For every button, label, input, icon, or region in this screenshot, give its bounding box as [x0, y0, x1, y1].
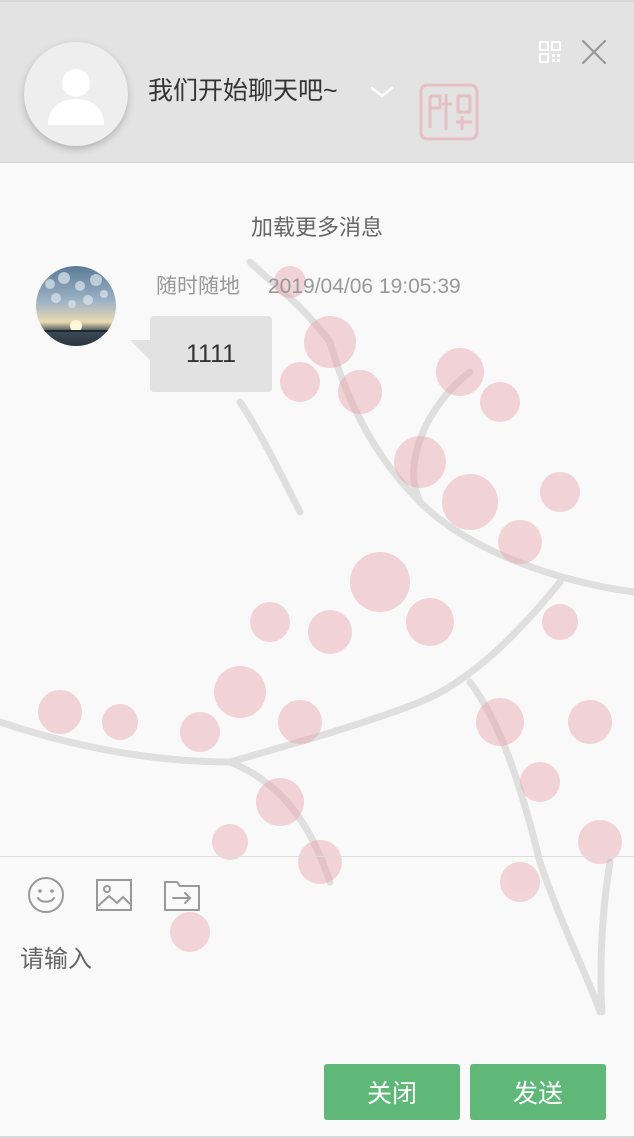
sunset-sky-avatar-icon — [36, 266, 116, 346]
message-meta: 随时随地 2019/04/06 19:05:39 — [156, 272, 461, 302]
chat-window: 我们开始聊天吧~ 加载更多消息 随时随地 2019/04/06 19:05:39… — [0, 0, 634, 1138]
close-icon[interactable] — [580, 38, 608, 66]
message-time: 2019/04/06 19:05:39 — [268, 275, 461, 298]
file-transfer-icon[interactable] — [163, 876, 201, 914]
chat-header: 我们开始聊天吧~ — [0, 2, 634, 163]
chevron-down-icon[interactable] — [369, 82, 395, 102]
qr-code-icon[interactable] — [538, 40, 562, 64]
chat-title: 我们开始聊天吧~ — [148, 77, 338, 105]
smiley-icon[interactable] — [27, 876, 65, 914]
user-avatar[interactable] — [24, 42, 128, 146]
message-bubble: 1111 — [150, 316, 272, 392]
user-silhouette-icon — [48, 69, 104, 125]
message-avatar[interactable] — [36, 266, 116, 346]
message-sender: 随时随地 — [156, 275, 240, 298]
close-button[interactable]: 关闭 — [324, 1064, 460, 1120]
send-button[interactable]: 发送 — [470, 1064, 606, 1120]
message-bubble-tail — [130, 340, 150, 360]
input-divider — [0, 856, 634, 857]
red-seal-stamp-icon — [419, 83, 479, 141]
load-more-link[interactable]: 加载更多消息 — [0, 212, 634, 244]
message-input[interactable] — [20, 942, 614, 1042]
image-icon[interactable] — [95, 876, 133, 914]
